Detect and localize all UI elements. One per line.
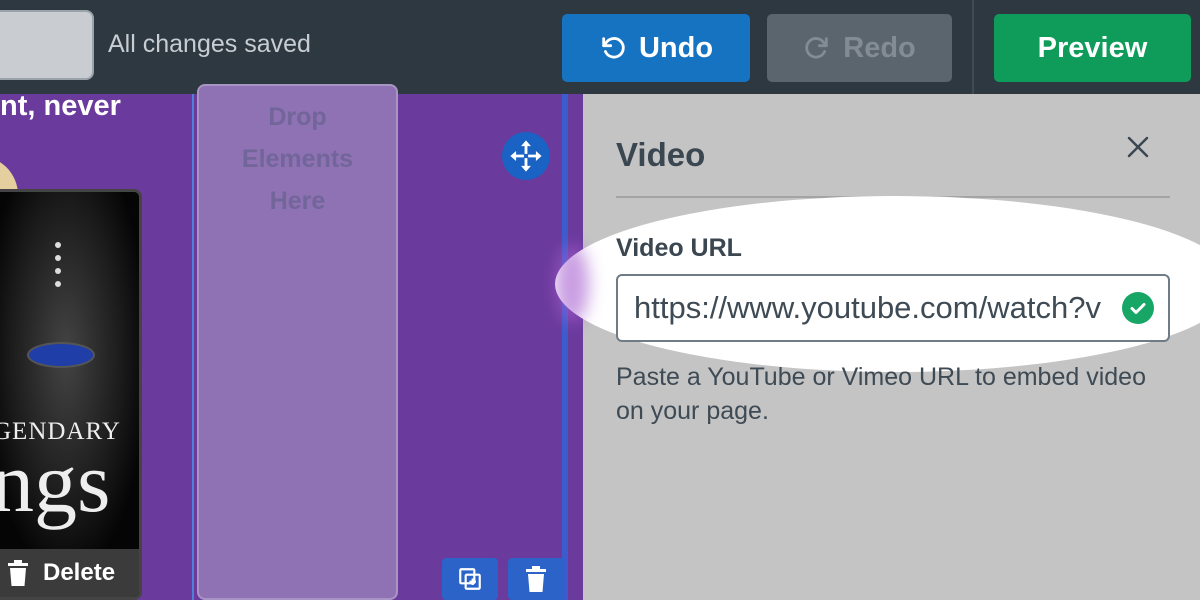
video-thumbnail: GENDARY ngs — [0, 192, 139, 552]
editor-toolbar: All changes saved Undo Redo Preview — [0, 0, 1200, 94]
duplicate-column-button[interactable] — [442, 558, 498, 600]
redo-label: Redo — [843, 31, 916, 64]
drop-zone-line-1: Drop — [268, 103, 327, 131]
duplicate-icon — [459, 568, 481, 590]
undo-button[interactable]: Undo — [562, 14, 750, 82]
panel-title: Video — [616, 136, 706, 173]
close-icon — [1127, 136, 1149, 158]
spotlight-edge-tint — [555, 244, 589, 324]
move-icon — [510, 140, 542, 172]
undo-label: Undo — [638, 31, 714, 64]
video-settings-panel: Video Video URL https://www.youtube.com/… — [555, 94, 1200, 600]
column-border-left — [192, 94, 194, 600]
close-panel-button[interactable] — [1123, 132, 1153, 162]
redo-button[interactable]: Redo — [767, 14, 952, 82]
video-url-value[interactable]: https://www.youtube.com/watch?v — [634, 290, 1110, 326]
page-canvas[interactable]: nt, never GENDARY ngs Delete Drop Elemen… — [0, 84, 583, 600]
drop-zone-line-3: Here — [269, 187, 326, 215]
preview-button[interactable]: Preview — [994, 14, 1191, 82]
video-url-help-text: Paste a YouTube or Vimeo URL to embed vi… — [616, 363, 1146, 425]
thumbnail-title-line2: ngs — [0, 434, 111, 530]
page-name-field[interactable] — [0, 10, 94, 80]
canvas-heading-text[interactable]: nt, never — [0, 90, 121, 123]
delete-label: Delete — [43, 559, 116, 586]
move-handle[interactable] — [502, 132, 550, 180]
video-url-label: Video URL — [616, 234, 742, 262]
video-element[interactable]: GENDARY ngs Delete — [0, 189, 142, 600]
drop-zone-line-2: Elements — [241, 145, 354, 173]
trash-icon — [8, 560, 28, 586]
delete-column-button[interactable] — [508, 558, 564, 600]
valid-check-icon — [1122, 292, 1154, 324]
drop-zone[interactable]: Drop Elements Here — [197, 84, 398, 600]
redo-icon — [805, 37, 828, 59]
delete-element-button[interactable]: Delete — [0, 549, 139, 597]
trash-icon — [526, 566, 546, 592]
undo-icon — [602, 37, 625, 59]
thumbnail-eye — [27, 342, 95, 368]
toolbar-divider — [972, 0, 974, 94]
preview-label: Preview — [1037, 31, 1148, 64]
video-url-input[interactable]: https://www.youtube.com/watch?v — [616, 274, 1170, 342]
save-status: All changes saved — [108, 30, 311, 58]
column-border-right — [562, 94, 568, 600]
thumbnail-decoration — [55, 242, 63, 294]
